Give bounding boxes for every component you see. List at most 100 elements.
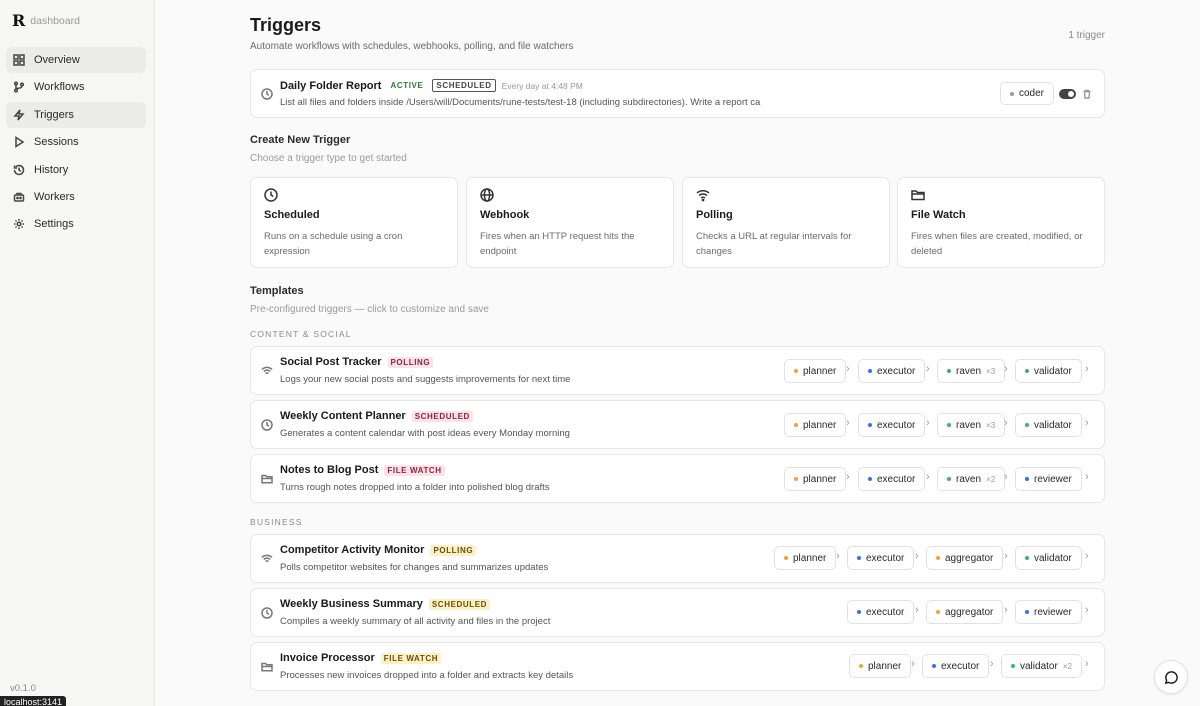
agent-chip-executor[interactable]: executor <box>922 654 990 678</box>
chevron-right-icon[interactable]: › <box>1085 658 1089 670</box>
agent-chip-validator[interactable]: validator <box>1015 359 1082 383</box>
template-description: Turns rough notes dropped into a folder … <box>280 482 550 493</box>
status-dot <box>794 477 798 481</box>
agent-name: planner <box>803 473 837 485</box>
agent-chip-planner[interactable]: planner <box>774 546 837 570</box>
trash-icon[interactable] <box>1082 89 1092 99</box>
agent-name: raven <box>956 473 982 485</box>
schedule-text: Every day at 4:48 PM <box>501 80 583 91</box>
template-row-notes-to-blog-post[interactable]: Notes to Blog Post FILE WATCH Turns roug… <box>250 454 1105 503</box>
status-dot <box>794 423 798 427</box>
agent-name: validator <box>1034 419 1072 431</box>
create-section-subtitle: Choose a trigger type to get started <box>250 153 407 164</box>
sidebar-item-overview[interactable]: Overview <box>6 47 146 73</box>
agent-name: raven <box>956 419 982 431</box>
agent-chip-planner[interactable]: planner <box>849 654 912 678</box>
agent-chip-aggregator[interactable]: aggregator <box>926 546 1004 570</box>
type-title: Polling <box>696 209 733 221</box>
trigger-description: List all files and folders inside /Users… <box>280 97 761 108</box>
enable-toggle[interactable] <box>1059 89 1076 99</box>
type-card-file-watch[interactable]: File Watch Fires when files are created,… <box>897 177 1105 268</box>
template-row-social-post-tracker[interactable]: Social Post Tracker POLLING Logs your ne… <box>250 346 1105 395</box>
trigger-title: Daily Folder Report <box>280 79 382 92</box>
agent-chip-raven[interactable]: raven ×3 <box>937 413 1006 437</box>
template-title: Social Post Tracker <box>280 356 382 368</box>
status-dot <box>936 556 940 560</box>
agent-name: planner <box>803 365 837 377</box>
gear-icon <box>14 219 24 230</box>
brand[interactable]: R dashboard <box>12 11 80 30</box>
multiplier: ×3 <box>986 366 996 376</box>
agent-chip-planner[interactable]: planner <box>784 413 847 437</box>
agent-name: validator <box>1034 365 1072 377</box>
multiplier: ×2 <box>986 474 996 484</box>
type-card-webhook[interactable]: Webhook Fires when an HTTP request hits … <box>466 177 674 268</box>
type-badge: POLLING <box>387 356 434 368</box>
agent-chip-executor[interactable]: executor <box>858 413 926 437</box>
agent-chip-reviewer[interactable]: reviewer <box>1015 600 1082 624</box>
sidebar-item-workflows[interactable]: Workflows <box>6 74 146 100</box>
sidebar-item-settings[interactable]: Settings <box>6 211 146 237</box>
type-card-scheduled[interactable]: Scheduled Runs on a schedule using a cro… <box>250 177 458 268</box>
template-description: Polls competitor websites for changes an… <box>280 562 549 573</box>
template-row-weekly-business-summary[interactable]: Weekly Business Summary SCHEDULED Compil… <box>250 588 1105 637</box>
sidebar-item-sessions[interactable]: Sessions <box>6 129 146 155</box>
status-dot <box>1025 423 1029 427</box>
agent-name: validator <box>1020 660 1058 672</box>
type-badge: SCHEDULED <box>432 79 496 92</box>
agent-chip-validator[interactable]: validator <box>1015 413 1082 437</box>
template-description: Generates a content calendar with post i… <box>280 428 570 439</box>
chevron-right-icon[interactable]: › <box>1085 604 1089 616</box>
status-dot <box>932 664 936 668</box>
chevron-right-icon[interactable]: › <box>1085 550 1089 562</box>
agent-chip-executor[interactable]: executor <box>858 467 926 491</box>
sidebar-item-history[interactable]: History <box>6 157 146 183</box>
chevron-right-icon: › <box>846 417 850 429</box>
chevron-right-icon: › <box>846 471 850 483</box>
agent-chip-aggregator[interactable]: aggregator <box>926 600 1004 624</box>
sidebar-item-label: Workers <box>34 190 75 203</box>
agent-chip-validator[interactable]: validator ×2 <box>1001 654 1082 678</box>
sidebar-item-workers[interactable]: Workers <box>6 184 146 210</box>
trigger-row-daily-folder-report[interactable]: Daily Folder Report ACTIVE SCHEDULED Eve… <box>250 69 1105 118</box>
status-dot <box>868 369 872 373</box>
agent-chip-raven[interactable]: raven ×2 <box>937 467 1006 491</box>
agent-chip-validator[interactable]: validator <box>1015 546 1082 570</box>
agent-name: executor <box>877 473 916 485</box>
agent-name: planner <box>868 660 902 672</box>
type-title: Scheduled <box>264 209 320 221</box>
status-dot <box>784 556 788 560</box>
chevron-right-icon: › <box>990 658 994 670</box>
type-card-polling[interactable]: Polling Checks a URL at regular interval… <box>682 177 890 268</box>
template-row-invoice-processor[interactable]: Invoice Processor FILE WATCH Processes n… <box>250 642 1105 691</box>
type-title: File Watch <box>911 209 966 221</box>
agent-chip-executor[interactable]: executor <box>858 359 926 383</box>
chevron-right-icon[interactable]: › <box>1085 417 1089 429</box>
agent-chip-raven[interactable]: raven ×3 <box>937 359 1006 383</box>
agent-chip-planner[interactable]: planner <box>784 359 847 383</box>
workers-icon <box>13 192 25 202</box>
agent-chip-reviewer[interactable]: reviewer <box>1015 467 1082 491</box>
status-dot <box>947 477 951 481</box>
status-dot <box>1025 556 1029 560</box>
sidebar-item-label: Triggers <box>34 108 74 121</box>
sidebar-item-triggers[interactable]: Triggers <box>6 101 146 128</box>
status-dot <box>936 610 940 614</box>
folder-icon <box>261 662 273 672</box>
agent-chip-planner[interactable]: planner <box>784 467 847 491</box>
template-title-row: Social Post Tracker POLLING <box>280 356 434 368</box>
chevron-right-icon[interactable]: › <box>1085 471 1089 483</box>
app-version: v0.1.0 <box>10 683 36 694</box>
chevron-right-icon[interactable]: › <box>1085 363 1089 375</box>
agent-chip-executor[interactable]: executor <box>847 600 915 624</box>
template-row-weekly-content-planner[interactable]: Weekly Content Planner SCHEDULED Generat… <box>250 400 1105 449</box>
type-description: Fires when files are created, modified, … <box>911 231 1083 257</box>
chat-button[interactable] <box>1154 660 1188 694</box>
template-title: Invoice Processor <box>280 652 375 664</box>
agent-name: executor <box>866 606 905 618</box>
type-description: Checks a URL at regular intervals for ch… <box>696 231 852 257</box>
agent-chip-executor[interactable]: executor <box>847 546 915 570</box>
sidebar-item-label: Overview <box>34 54 80 66</box>
template-row-competitor-activity-monitor[interactable]: Competitor Activity Monitor POLLING Poll… <box>250 534 1105 583</box>
agent-chip-coder[interactable]: coder <box>1000 82 1055 105</box>
